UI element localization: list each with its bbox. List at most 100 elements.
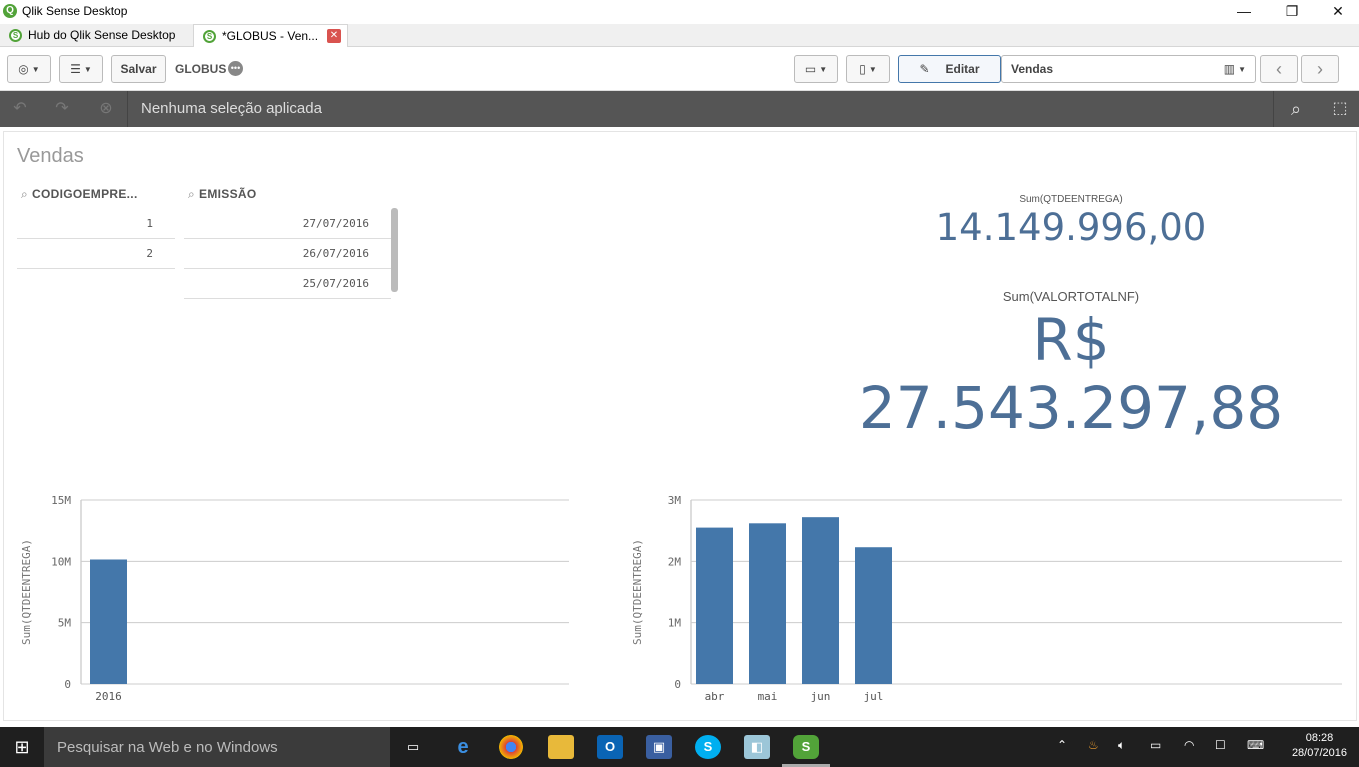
volume-icon[interactable]: 🔈︎: [1118, 738, 1125, 753]
bookmark-icon: ▯: [859, 62, 866, 76]
kpi-value-valortotalnf: R$ 27.543.297,88: [858, 306, 1284, 442]
app-name: GLOBUS: [175, 62, 227, 76]
x-tick-label: jul: [864, 690, 884, 703]
navigation-button[interactable]: ◎ ▼: [7, 55, 51, 83]
menu-button[interactable]: ☰ ▼: [59, 55, 103, 83]
divider: [127, 91, 128, 127]
list-item[interactable]: 26/07/2016: [184, 239, 391, 269]
search-icon: ⌕: [21, 187, 29, 201]
restore-button[interactable]: ❐: [1269, 0, 1315, 24]
tab-globus[interactable]: S *GLOBUS - Ven... ✕: [193, 24, 348, 47]
presentation-icon: ▭: [804, 62, 817, 76]
taskbar-search[interactable]: Pesquisar na Web e no Windows: [44, 727, 390, 767]
y-tick-label: 1M: [668, 617, 682, 630]
chart-svg: Sum(QTDEENTREGA) 0 1M 2M 3M abr mai jun jul: [631, 494, 1342, 703]
keyboard-icon[interactable]: ⌨: [1247, 738, 1264, 752]
chevron-down-icon: ▼: [819, 64, 828, 74]
filter-title-codigoempresa[interactable]: ⌕ CODIGOEMPRE...: [21, 187, 138, 202]
previous-sheet-button[interactable]: ‹: [1260, 55, 1298, 83]
selection-tool-icon[interactable]: ⬚: [1328, 98, 1352, 120]
edit-label: Editar: [945, 62, 980, 76]
edge-icon[interactable]: e: [450, 735, 476, 759]
bar-chart-year[interactable]: Sum(QTDEENTREGA) 0 5M 10M 15M 2016: [17, 492, 577, 714]
scrollbar[interactable]: [391, 208, 398, 292]
list-item[interactable]: 2: [17, 239, 175, 269]
battery-icon[interactable]: ▭: [1150, 738, 1161, 752]
list-item[interactable]: 25/07/2016: [184, 269, 391, 299]
chrome-icon[interactable]: [499, 735, 523, 759]
file-explorer-icon[interactable]: [548, 735, 574, 759]
save-label: Salvar: [120, 62, 157, 76]
close-tab-icon[interactable]: ✕: [327, 29, 341, 43]
y-axis-label: Sum(QTDEENTREGA): [20, 539, 33, 645]
y-tick-label: 0: [674, 678, 681, 691]
compass-icon: ◎: [18, 62, 29, 76]
edit-button[interactable]: ✎ Editar: [898, 55, 1001, 83]
x-tick-label: mai: [758, 690, 778, 703]
y-tick-label: 0: [64, 678, 71, 691]
search-icon[interactable]: ⌕: [1284, 98, 1308, 120]
sheet-name: Vendas: [1011, 62, 1054, 76]
list-item[interactable]: 1: [17, 209, 175, 239]
skype-icon[interactable]: S: [695, 735, 721, 759]
chart-bar[interactable]: [749, 523, 786, 684]
chevron-left-icon: ‹: [1276, 59, 1282, 79]
y-tick-label: 5M: [58, 617, 72, 630]
bar-chart-month[interactable]: Sum(QTDEENTREGA) 0 1M 2M 3M abr mai jun jul: [628, 492, 1350, 714]
chevron-up-icon[interactable]: ⌃: [1057, 738, 1067, 752]
step-forward-icon[interactable]: ↷: [50, 98, 74, 120]
chevron-right-icon: ›: [1317, 59, 1323, 79]
sheet-selector[interactable]: Vendas ▥ ▼: [1001, 55, 1256, 83]
close-window-button[interactable]: ✕: [1315, 0, 1359, 24]
chart-bar[interactable]: [696, 527, 733, 684]
list-icon: ☰: [70, 62, 81, 76]
outlook-icon[interactable]: O: [597, 735, 623, 759]
next-sheet-button[interactable]: ›: [1301, 55, 1339, 83]
chevron-down-icon: ▼: [31, 64, 40, 74]
chart-bar[interactable]: [90, 559, 127, 684]
clock-date: 28/07/2016: [1291, 747, 1347, 759]
selection-status: Nenhuma seleção aplicada: [141, 100, 322, 117]
chevron-down-icon: ▼: [868, 64, 877, 74]
sheet-title: Vendas: [17, 145, 84, 167]
app-toolbar: ◎ ▼ ☰ ▼ Salvar GLOBUS ••• ▭ ▼ ▯ ▼ ✎ Editar Ve…: [0, 47, 1359, 91]
clock-time: 08:28: [1305, 732, 1334, 744]
filter-title-emissao[interactable]: ⌕ EMISSÃO: [188, 187, 256, 202]
y-axis-label: Sum(QTDEENTREGA): [631, 539, 644, 645]
tab-label: Hub do Qlik Sense Desktop: [28, 28, 176, 42]
qlik-sense-icon[interactable]: S: [793, 735, 819, 759]
list-item[interactable]: 27/07/2016: [184, 209, 391, 239]
flame-icon[interactable]: ♨: [1088, 738, 1099, 752]
step-back-icon[interactable]: ↶: [8, 98, 32, 120]
tab-hub[interactable]: S Hub do Qlik Sense Desktop: [0, 24, 190, 47]
y-tick-label: 3M: [668, 494, 682, 507]
clock[interactable]: 08:28 28/07/2016: [1292, 731, 1347, 761]
chart-bar[interactable]: [802, 517, 839, 684]
remote-desktop-icon[interactable]: ▣: [646, 735, 672, 759]
storytelling-button[interactable]: ▭ ▼: [794, 55, 838, 83]
sheet-canvas: Vendas ⌕ CODIGOEMPRE... 1 2 ⌕ EMISSÃO 27/0…: [3, 131, 1357, 721]
window-title: Qlik Sense Desktop: [22, 4, 128, 18]
bookmarks-button[interactable]: ▯ ▼: [846, 55, 890, 83]
x-tick-label: 2016: [95, 690, 122, 703]
divider: [1273, 91, 1274, 127]
qlik-app-icon: Q: [3, 4, 17, 18]
y-tick-label: 2M: [668, 555, 682, 568]
save-button[interactable]: Salvar: [111, 55, 166, 83]
chevron-down-icon: ▼: [83, 64, 92, 74]
chart-bar[interactable]: [855, 547, 892, 684]
more-icon[interactable]: •••: [228, 61, 243, 76]
clear-selections-icon[interactable]: ⊗: [94, 98, 118, 120]
tab-label: *GLOBUS - Ven...: [222, 29, 319, 43]
minimize-button[interactable]: —: [1221, 0, 1267, 24]
y-tick-label: 10M: [51, 555, 71, 568]
windows-start-icon[interactable]: ⊞: [0, 727, 44, 767]
qlik-icon: S: [9, 29, 22, 42]
task-view-icon[interactable]: ▭: [400, 735, 426, 759]
x-tick-label: abr: [705, 690, 725, 703]
sheets-overview-icon: ▥ ▼: [1223, 62, 1246, 76]
search-icon: ⌕: [188, 187, 196, 201]
wifi-icon[interactable]: ◠: [1184, 738, 1194, 752]
notifications-icon[interactable]: ☐: [1215, 738, 1226, 752]
app-icon[interactable]: ◧: [744, 735, 770, 759]
